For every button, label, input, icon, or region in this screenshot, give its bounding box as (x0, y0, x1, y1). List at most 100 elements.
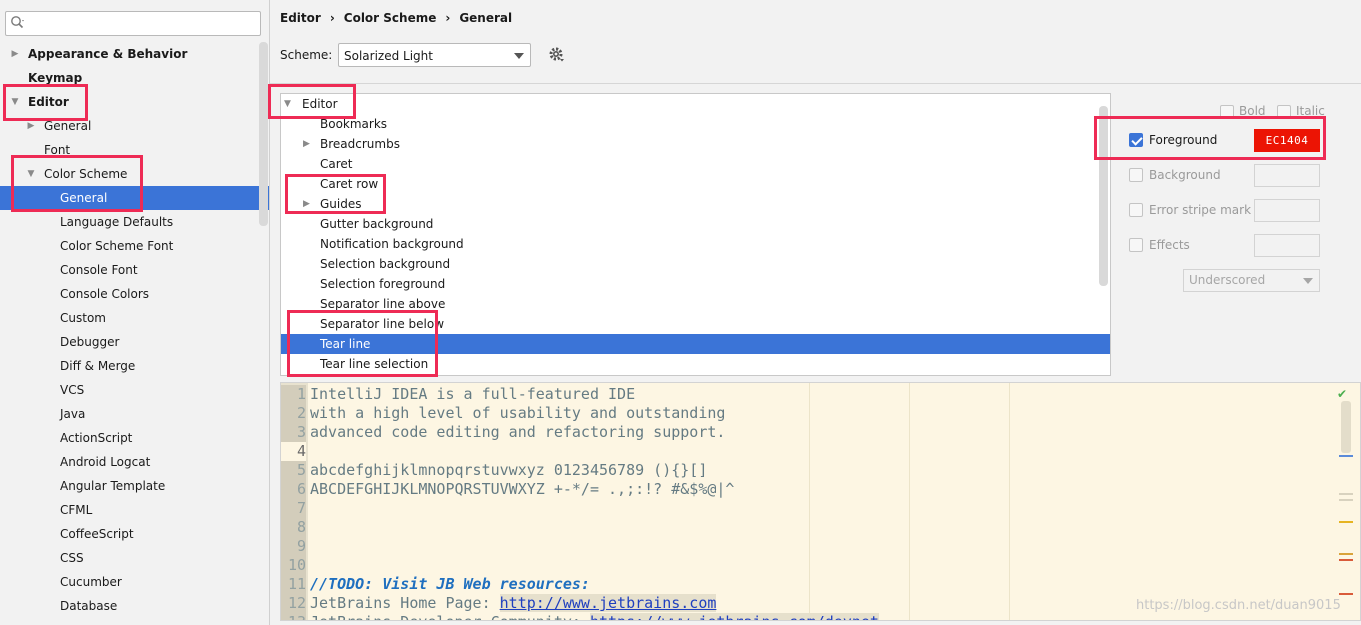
stripe-mark[interactable] (1339, 499, 1353, 501)
sidebar-item-keymap[interactable]: Keymap (0, 66, 269, 90)
tree-item-label: Caret row (320, 177, 379, 191)
tree-item-selection-background[interactable]: Selection background (281, 254, 1110, 274)
breadcrumb-item[interactable]: Editor (280, 11, 321, 25)
tree-item-label: Notification background (320, 237, 464, 251)
gear-icon[interactable] (548, 46, 566, 64)
code-link[interactable]: https://www.jetbrains.com/devnet (589, 613, 879, 620)
tree-item-separator-line-below[interactable]: Separator line below (281, 314, 1110, 334)
sidebar-item-label: Debugger (60, 335, 120, 349)
breadcrumb-item: General (459, 11, 513, 25)
tree-scrollbar[interactable] (1099, 106, 1108, 286)
chevron-down-icon (514, 53, 524, 59)
stripe-mark[interactable] (1339, 593, 1353, 595)
error-stripe-color-swatch[interactable] (1254, 199, 1320, 222)
tree-item-label: Separator line above (320, 297, 446, 311)
sidebar-item-database[interactable]: Database (0, 594, 269, 618)
breadcrumb-item[interactable]: Color Scheme (344, 11, 437, 25)
line-number: 6 (281, 480, 306, 499)
sidebar-item-cucumber[interactable]: Cucumber (0, 570, 269, 594)
code-link[interactable]: http://www.jetbrains.com (499, 594, 717, 612)
sidebar-item-custom[interactable]: Custom (0, 306, 269, 330)
stripe-mark[interactable] (1339, 455, 1353, 457)
search-icon (11, 16, 24, 29)
tree-item-bookmarks[interactable]: Bookmarks (281, 114, 1110, 134)
tree-item-caret[interactable]: Caret (281, 154, 1110, 174)
stripe-mark[interactable] (1339, 553, 1353, 555)
sidebar-item-color-scheme-font[interactable]: Color Scheme Font (0, 234, 269, 258)
search-input[interactable] (5, 11, 261, 36)
effects-color-swatch[interactable] (1254, 234, 1320, 257)
tree-item-notification-background[interactable]: Notification background (281, 234, 1110, 254)
sidebar-item-css[interactable]: CSS (0, 546, 269, 570)
tree-item-label: Selection background (320, 257, 451, 271)
sidebar-item-angular-template[interactable]: Angular Template (0, 474, 269, 498)
expand-arrow-icon[interactable]: ▶ (9, 42, 21, 66)
foreground-checkbox[interactable] (1129, 133, 1143, 147)
tree-item-selection-foreground[interactable]: Selection foreground (281, 274, 1110, 294)
collapse-arrow-icon[interactable]: ▼ (9, 90, 21, 114)
stripe-mark[interactable] (1339, 521, 1353, 523)
preview-scrollbar[interactable] (1341, 401, 1351, 453)
sidebar-item-label: Color Scheme (44, 167, 128, 181)
sidebar-item-cfml[interactable]: CFML (0, 498, 269, 522)
sidebar-item-actionscript[interactable]: ActionScript (0, 426, 269, 450)
italic-label: Italic (1296, 104, 1325, 118)
sidebar-item-debugger[interactable]: Debugger (0, 330, 269, 354)
error-stripe-checkbox[interactable] (1129, 203, 1143, 217)
sidebar-item-editor[interactable]: ▼ Editor (0, 90, 269, 114)
expand-arrow-icon[interactable]: ▶ (303, 194, 310, 214)
background-color-swatch[interactable] (1254, 164, 1320, 187)
tree-item-gutter-background[interactable]: Gutter background (281, 214, 1110, 234)
sidebar-item-label: Cucumber (60, 575, 122, 589)
watermark-text: https://blog.csdn.net/duan9015 (1136, 598, 1341, 613)
tree-item-label: Guides (320, 197, 362, 211)
sidebar-item-label: Language Defaults (60, 215, 174, 229)
sidebar-item-label: ActionScript (60, 431, 133, 445)
foreground-color-swatch[interactable]: EC1404 (1254, 129, 1320, 152)
scheme-select[interactable]: Solarized Light (338, 43, 531, 67)
error-stripe-label: Error stripe mark (1149, 203, 1252, 217)
tree-item-guides[interactable]: ▶ Guides (281, 194, 1110, 214)
expand-arrow-icon[interactable]: ▶ (303, 134, 310, 154)
tree-item-tear-line[interactable]: Tear line (281, 334, 1110, 354)
bold-checkbox[interactable] (1220, 105, 1234, 119)
sidebar-item-coffeescript[interactable]: CoffeeScript (0, 522, 269, 546)
sidebar-scrollbar[interactable] (259, 42, 268, 226)
sidebar-item-label: CoffeeScript (60, 527, 134, 541)
sidebar-item-color-scheme[interactable]: ▼ Color Scheme (0, 162, 269, 186)
collapse-arrow-icon[interactable]: ▼ (25, 162, 37, 186)
sidebar-item-diff-merge[interactable]: Diff & Merge (0, 354, 269, 378)
tree-item-label: Tear line selection (320, 357, 429, 371)
collapse-arrow-icon[interactable]: ▼ (284, 94, 291, 114)
effects-type-select[interactable]: Underscored (1183, 269, 1320, 292)
expand-arrow-icon[interactable]: ▶ (25, 114, 37, 138)
line-number: 11 (281, 575, 306, 594)
code-preview[interactable]: 1 2 3 4 5 6 7 8 9 10 11 12 13 IntelliJ I… (280, 382, 1361, 621)
sidebar-item-language-defaults[interactable]: Language Defaults (0, 210, 269, 234)
sidebar-item-console-font[interactable]: Console Font (0, 258, 269, 282)
sidebar-item-android-logcat[interactable]: Android Logcat (0, 450, 269, 474)
tree-item-separator-line-above[interactable]: Separator line above (281, 294, 1110, 314)
italic-checkbox[interactable] (1277, 105, 1291, 119)
effects-checkbox[interactable] (1129, 238, 1143, 252)
sidebar-item-editor-general[interactable]: ▶ General (0, 114, 269, 138)
settings-tree: ▶ Appearance & Behavior Keymap ▼ Editor … (0, 42, 269, 618)
tree-item-tear-line-selection[interactable]: Tear line selection (281, 354, 1110, 374)
sidebar-item-label: General (60, 191, 108, 205)
background-checkbox[interactable] (1129, 168, 1143, 182)
stripe-mark[interactable] (1339, 559, 1353, 561)
code-text: JetBrains Home Page: (310, 594, 500, 612)
settings-sidebar: ▶ Appearance & Behavior Keymap ▼ Editor … (0, 0, 270, 625)
tree-item-breadcrumbs[interactable]: ▶ Breadcrumbs (281, 134, 1110, 154)
stripe-mark[interactable] (1339, 493, 1353, 495)
sidebar-item-vcs[interactable]: VCS (0, 378, 269, 402)
sidebar-item-appearance-behavior[interactable]: ▶ Appearance & Behavior (0, 42, 269, 66)
tree-item-editor[interactable]: ▼ Editor (281, 94, 1110, 114)
sidebar-item-console-colors[interactable]: Console Colors (0, 282, 269, 306)
sidebar-item-color-scheme-general[interactable]: General (0, 186, 269, 210)
sidebar-item-java[interactable]: Java (0, 402, 269, 426)
sidebar-item-font[interactable]: Font (0, 138, 269, 162)
code-line: advanced code editing and refactoring su… (310, 423, 726, 441)
bold-label: Bold (1239, 104, 1266, 118)
tree-item-caret-row[interactable]: Caret row (281, 174, 1110, 194)
